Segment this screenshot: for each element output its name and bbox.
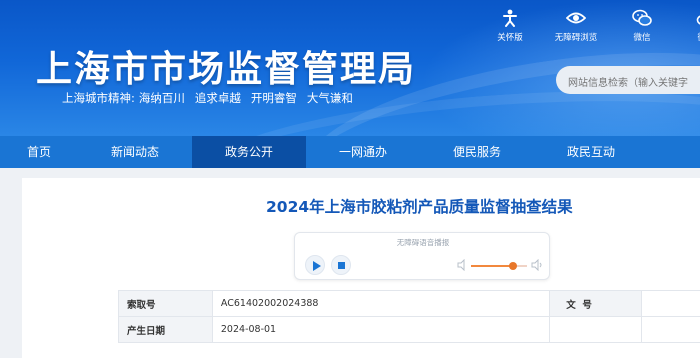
stop-icon [338,262,345,269]
volume-fill [471,265,513,267]
site-header: 上海市市场监督管理局 上海城市精神: 海纳百川 追求卓越 开明睿智 大气谦和 关… [0,0,700,136]
meta-key-date: 产生日期 [119,317,213,343]
table-row: 产生日期 2024-08-01 [119,317,700,343]
accessible-browse-button[interactable]: 无障碍浏览 [542,8,610,43]
slogan-item: 海纳百川 [139,90,185,106]
search-input[interactable] [556,66,700,94]
tool-label: 微信 [610,31,674,43]
meta-value-index-number: AC61402002024388 [212,291,549,317]
slogan-item: 大气谦和 [307,90,353,106]
volume-knob[interactable] [509,262,517,270]
tool-label: 无障碍浏览 [542,31,610,43]
tool-label: 微博 [674,31,700,43]
site-title[interactable]: 上海市市场监督管理局 [36,40,416,92]
nav-item-interaction[interactable]: 政民互动 [534,136,648,168]
volume-slider[interactable] [471,265,527,267]
slogan-item: 追求卓越 [195,90,241,106]
city-slogan: 上海城市精神: 海纳百川 追求卓越 开明睿智 大气谦和 [62,90,363,106]
wechat-icon [632,8,652,28]
play-icon [313,261,321,271]
weibo-button[interactable]: 微博 [674,8,700,43]
weibo-icon [696,8,700,28]
meta-value-date: 2024-08-01 [212,317,549,343]
article-title: 2024年上海市胶粘剂产品质量监督抽查结果 [266,195,573,217]
tool-label: 关怀版 [478,31,542,43]
volume-up-icon[interactable] [531,259,543,271]
nav-item-news[interactable]: 新闻动态 [78,136,192,168]
table-row: 索取号 AC61402002024388 文 号 [119,291,700,317]
slogan-item: 开明睿智 [251,90,297,106]
accessibility-icon [500,8,520,28]
stop-button[interactable] [331,255,351,275]
play-button[interactable] [305,255,325,275]
article-meta-table: 索取号 AC61402002024388 文 号 产生日期 2024-08-01 [118,290,700,343]
meta-key-index-number: 索取号 [119,291,213,317]
nav-item-services[interactable]: 便民服务 [420,136,534,168]
nav-item-home[interactable]: 首页 [0,136,78,168]
care-mode-button[interactable]: 关怀版 [478,8,542,43]
meta-key-empty [550,317,642,343]
main-nav: 首页 新闻动态 政务公开 一网通办 便民服务 政民互动 [0,136,700,168]
meta-value-document-number [642,291,700,317]
wechat-button[interactable]: 微信 [610,8,674,43]
meta-key-document-number: 文 号 [550,291,642,317]
meta-value-empty [642,317,700,343]
nav-item-government-affairs[interactable]: 政务公开 [192,136,306,168]
eye-icon [566,8,586,28]
nav-item-one-network[interactable]: 一网通办 [306,136,420,168]
audio-player: 无障碍语音播报 [294,232,550,280]
slogan-prefix: 上海城市精神: [62,90,135,106]
header-tools: 关怀版 无障碍浏览 微信 微博 [478,8,700,43]
player-label: 无障碍语音播报 [295,237,551,248]
volume-down-icon[interactable] [457,259,467,271]
